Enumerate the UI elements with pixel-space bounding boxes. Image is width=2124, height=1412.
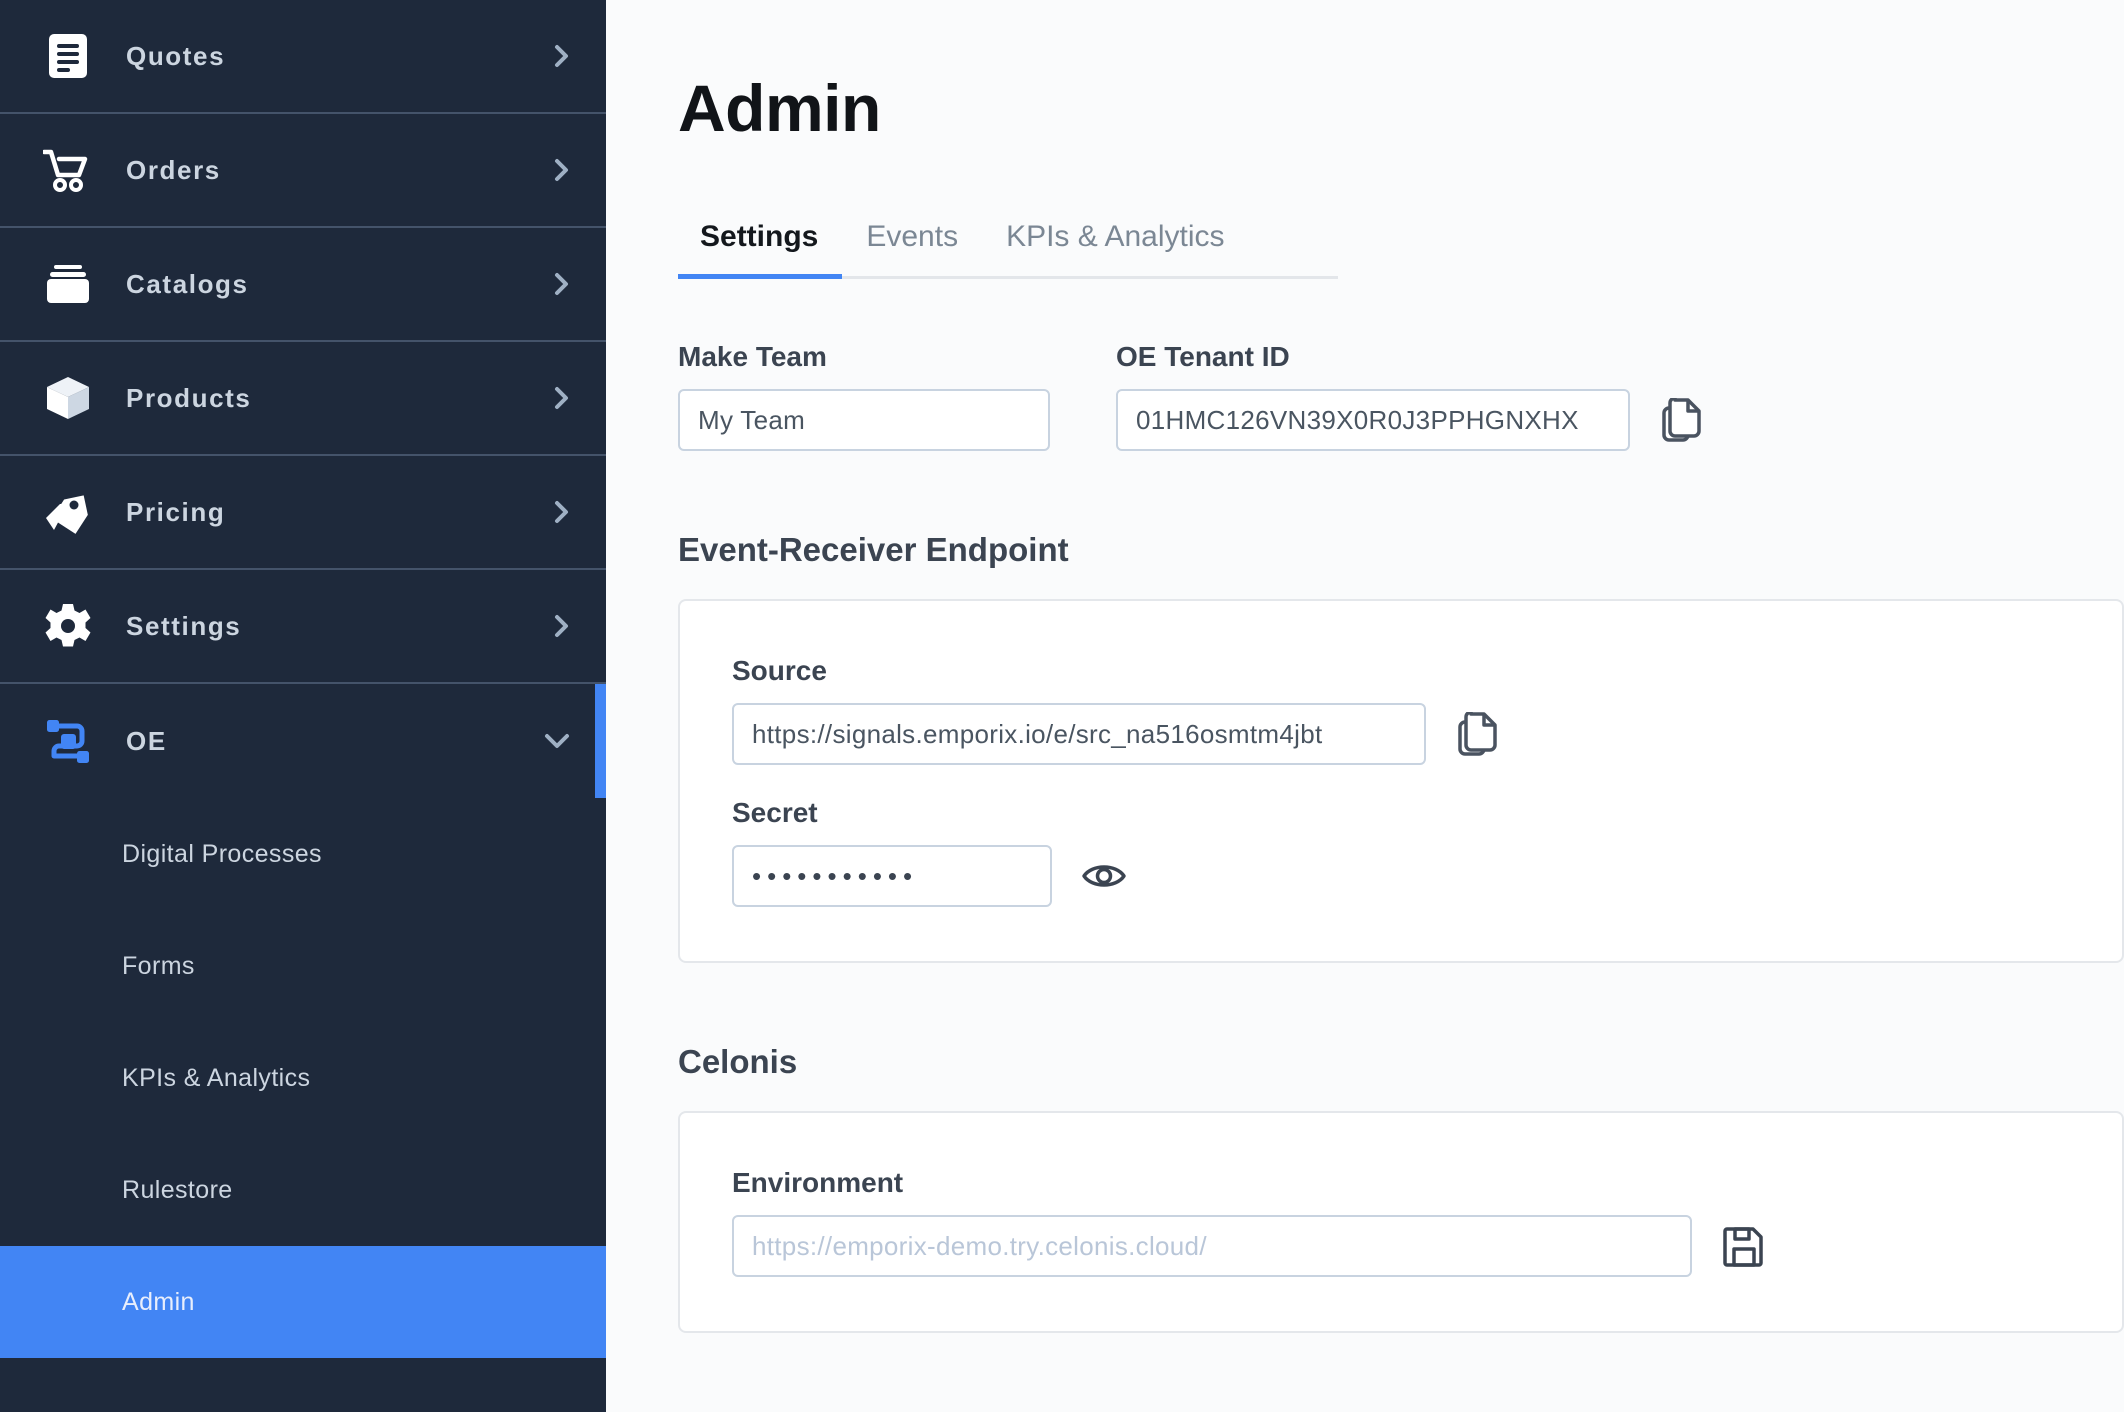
tab-bar: Settings Events KPIs & Analytics [678,220,1338,279]
oe-tenant-id-input[interactable]: 01HMC126VN39X0R0J3PPHGNXHX [1116,389,1630,451]
sidebar-item-digital-processes[interactable]: Digital Processes [0,798,606,910]
tab-label: KPIs & Analytics [1006,220,1225,253]
tab-settings[interactable]: Settings [678,220,843,279]
sidebar-item-pricing[interactable]: Pricing [0,456,606,570]
event-receiver-heading: Event-Receiver Endpoint [678,531,1069,568]
secret-input[interactable]: ••••••••••• [732,845,1052,907]
top-fields-row: Make Team My Team OE Tenant ID 01HMC126V… [606,279,2124,451]
sidebar-item-rulestore[interactable]: Rulestore [0,1134,606,1246]
sidebar-item-products[interactable]: Products [0,342,606,456]
eye-icon[interactable] [1076,845,1132,907]
sidebar-subitem-label: KPIs & Analytics [122,1063,311,1092]
sidebar-item-label: Catalogs [126,268,249,299]
source-label: Source [732,655,827,686]
sidebar-subitem-label: Forms [122,951,195,980]
document-icon [42,33,94,79]
event-receiver-card: Source https://signals.emporix.io/e/src_… [678,599,2124,963]
make-team-input[interactable]: My Team [678,389,1050,451]
secret-label: Secret [732,797,818,828]
sidebar-item-oe[interactable]: OE [0,684,606,798]
main-content: Admin Settings Events KPIs & Analytics M… [606,0,2124,1412]
chevron-right-icon [554,158,570,182]
shopping-cart-icon [42,148,94,192]
chevron-down-icon [544,732,570,750]
oe-tenant-id-row: 01HMC126VN39X0R0J3PPHGNXHX [1116,389,1710,451]
catalog-box-icon [42,263,94,305]
environment-input[interactable]: https://emporix-demo.try.celonis.cloud/ [732,1215,1692,1277]
tab-label: Events [866,220,959,253]
celonis-card: Environment https://emporix-demo.try.cel… [678,1111,2124,1333]
sidebar-item-label: Quotes [126,40,226,71]
chevron-right-icon [554,272,570,296]
chevron-right-icon [554,500,570,524]
celonis-heading: Celonis [678,1043,798,1080]
oe-tenant-id-label: OE Tenant ID [1116,341,1290,372]
main-sidebar: Quotes Orders Catalogs Products Pricing … [0,0,606,1412]
package-box-icon [42,374,94,422]
tab-label: Settings [700,220,819,253]
sidebar-item-catalogs[interactable]: Catalogs [0,228,606,342]
sidebar-spacer [0,1358,606,1394]
active-section-indicator [595,684,606,798]
sidebar-item-label: OE [126,725,167,756]
chevron-right-icon [554,44,570,68]
copy-icon[interactable] [1450,703,1506,765]
sidebar-item-label: Products [126,382,252,413]
source-input[interactable]: https://signals.emporix.io/e/src_na516os… [732,703,1426,765]
chevron-right-icon [554,386,570,410]
secret-row: ••••••••••• [732,845,2122,907]
make-team-label: Make Team [678,341,827,372]
flow-network-icon [42,716,94,766]
page-title: Admin [678,71,881,145]
sidebar-item-label: Settings [126,610,242,641]
sidebar-item-label: Orders [126,154,221,185]
sidebar-subitem-label: Admin [122,1287,195,1316]
tab-kpis-analytics[interactable]: KPIs & Analytics [982,220,1248,276]
sidebar-item-admin[interactable]: Admin [0,1246,606,1358]
price-tag-icon [42,489,94,535]
sidebar-item-settings[interactable]: Settings [0,570,606,684]
sidebar-item-orders[interactable]: Orders [0,114,606,228]
gear-icon [42,602,94,650]
environment-label: Environment [732,1167,904,1198]
chevron-right-icon [554,614,570,638]
app-root: Quotes Orders Catalogs Products Pricing … [0,0,2124,1412]
tab-events[interactable]: Events [842,220,982,276]
floppy-disk-save-icon[interactable] [1716,1215,1772,1277]
field-spacer [732,765,2122,797]
copy-icon[interactable] [1654,389,1710,451]
make-team-field-group: Make Team My Team [678,341,1050,451]
sidebar-subitem-label: Digital Processes [122,839,322,868]
sidebar-item-quotes[interactable]: Quotes [0,0,606,114]
oe-tenant-id-field-group: OE Tenant ID 01HMC126VN39X0R0J3PPHGNXHX [1116,341,1710,451]
environment-row: https://emporix-demo.try.celonis.cloud/ [732,1215,2122,1277]
sidebar-item-label: Pricing [126,496,226,527]
sidebar-subitem-label: Rulestore [122,1175,233,1204]
sidebar-item-kpis-analytics[interactable]: KPIs & Analytics [0,1022,606,1134]
sidebar-item-forms[interactable]: Forms [0,910,606,1022]
source-row: https://signals.emporix.io/e/src_na516os… [732,703,2122,765]
